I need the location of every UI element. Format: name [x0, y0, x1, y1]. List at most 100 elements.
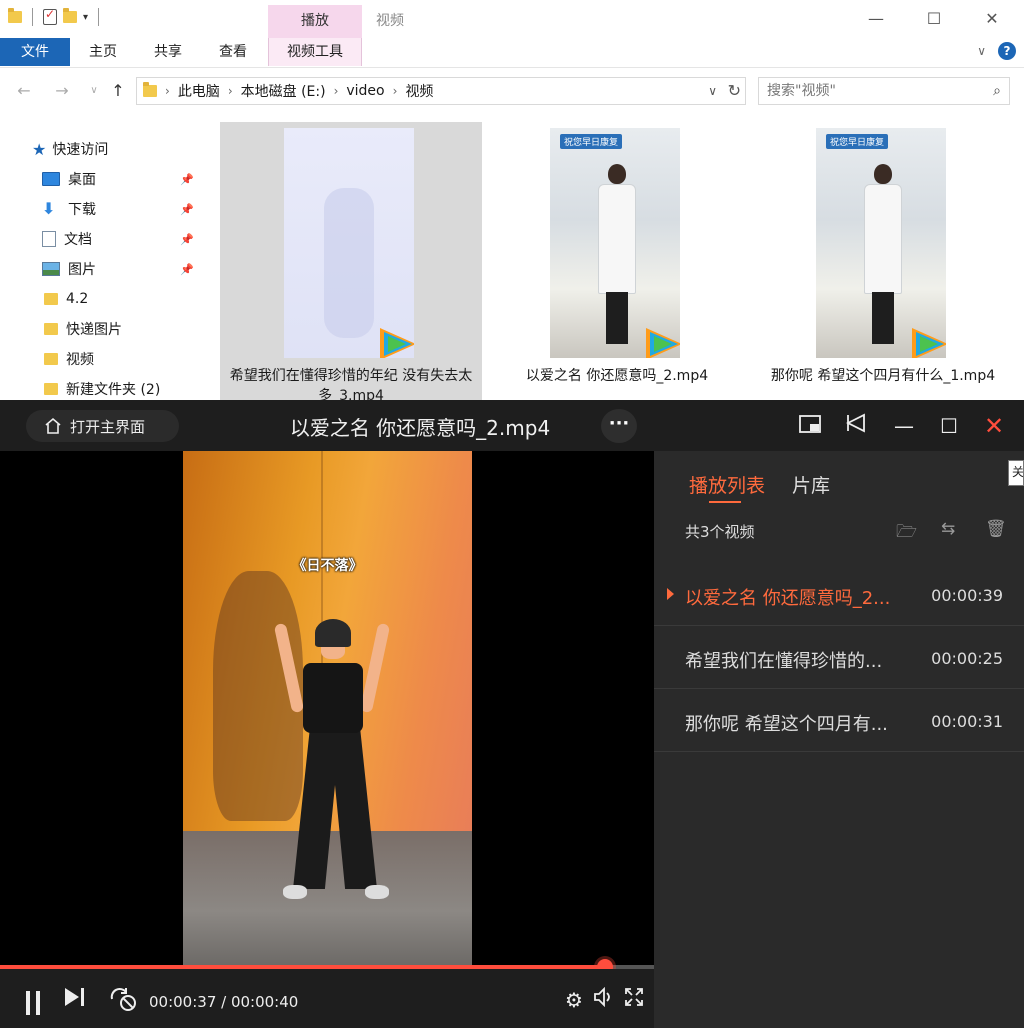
tencent-video-logo-icon — [912, 328, 946, 358]
open-folder-icon[interactable]: 🗁 — [896, 519, 917, 548]
pin-icon[interactable]: 📌 — [180, 173, 194, 186]
breadcrumb-this-pc[interactable]: 此电脑 — [178, 81, 220, 101]
expand-ribbon-icon[interactable]: ∨ — [977, 44, 986, 58]
search-input[interactable]: 搜索"视频" ⌕ — [758, 77, 1010, 105]
playlist-item-duration: 00:00:25 — [931, 649, 1003, 668]
address-row: ← → ∨ ↑ › 此电脑 › 本地磁盘 (E:) › video › 视频 ∨… — [0, 74, 1024, 108]
breadcrumb-videos[interactable]: 视频 — [405, 81, 433, 101]
expand-icon — [625, 988, 643, 1006]
file-name: 以爱之名 你还愿意吗_2.mp4 — [525, 368, 709, 384]
skip-next-icon — [65, 988, 84, 1006]
ribbon-tabs: 文件 主页 共享 查看 视频工具 ∨ ? — [0, 38, 1024, 68]
nav-item-quick-access[interactable]: ★ 快速访问 — [0, 134, 200, 164]
nav-item-label: 文档 — [64, 232, 92, 248]
navigation-pane: ★ 快速访问 桌面 📌 ⬇ 下载 📌 文档 📌 图片 📌 4.2 快递图片 视频… — [0, 130, 200, 402]
volume-button[interactable] — [592, 986, 616, 1014]
tab-library[interactable]: 片库 — [792, 471, 830, 498]
nav-item-documents[interactable]: 文档 📌 — [0, 224, 200, 254]
nav-item-folder-express-pics[interactable]: 快递图片 — [0, 314, 200, 344]
back-button[interactable]: ← — [12, 78, 36, 104]
file-list: 希望我们在懂得珍惜的年纪 没有失去太多_3.mp4 祝您早日康复 以爱之名 你还… — [216, 122, 1024, 404]
pin-on-top-button[interactable] — [840, 410, 872, 442]
customize-toolbar-icon[interactable]: ▾ — [83, 12, 88, 23]
tab-video-tools[interactable]: 视频工具 — [268, 38, 362, 66]
file-tile[interactable]: 祝您早日康复 那你呢 希望这个四月有什么_1.mp4 — [752, 122, 1014, 402]
nav-item-label: 下载 — [68, 202, 96, 218]
nav-item-folder-4-2[interactable]: 4.2 — [0, 284, 200, 314]
address-dropdown-icon[interactable]: ∨ — [708, 78, 717, 104]
tab-share[interactable]: 共享 — [143, 38, 193, 66]
playlist-item-title: 希望我们在懂得珍惜的... — [685, 651, 883, 672]
video-player-window: 打开主界面 以爱之名 你还愿意吗_2.mp4 ··· — ☐ ✕ 《日不落》 0… — [0, 400, 1024, 1028]
file-tile[interactable]: 祝您早日康复 以爱之名 你还愿意吗_2.mp4 — [486, 122, 748, 402]
mini-mode-button[interactable] — [794, 410, 826, 442]
more-options-button[interactable]: ··· — [601, 409, 637, 443]
picture-in-picture-icon — [799, 415, 821, 433]
open-home-button[interactable]: 打开主界面 — [26, 410, 179, 442]
refresh-icon[interactable]: ↻ — [728, 78, 741, 104]
file-tile[interactable]: 希望我们在懂得珍惜的年纪 没有失去太多_3.mp4 — [220, 122, 482, 404]
settings-button[interactable]: ⚙ — [562, 986, 586, 1014]
pin-icon[interactable]: 📌 — [180, 233, 194, 246]
loop-mode-button[interactable] — [108, 986, 138, 1014]
player-title: 以爱之名 你还愿意吗_2.mp4 — [289, 416, 551, 440]
nav-item-label: 视频 — [66, 352, 94, 368]
folder-icon — [8, 8, 22, 23]
forward-button[interactable]: → — [50, 78, 74, 104]
tab-playlist[interactable]: 播放列表 — [689, 471, 765, 498]
address-bar[interactable]: › 此电脑 › 本地磁盘 (E:) › video › 视频 ∨ ↻ — [136, 77, 746, 105]
nav-item-label: 新建文件夹 (2) — [66, 382, 161, 398]
recent-locations-icon[interactable]: ∨ — [82, 78, 106, 104]
dancer-figure — [273, 619, 391, 929]
file-explorer-window: ▾ 播放 视频 — ☐ ✕ 文件 主页 共享 查看 视频工具 ∨ ? ← → ∨… — [0, 0, 1024, 404]
search-placeholder: 搜索"视频" — [767, 83, 836, 99]
properties-icon[interactable] — [43, 7, 57, 25]
pin-icon[interactable]: 📌 — [180, 203, 194, 216]
player-close-button[interactable]: ✕ — [978, 410, 1010, 442]
sort-list-icon[interactable]: ⇆ — [941, 519, 955, 539]
video-thumbnail — [284, 128, 414, 358]
nav-item-pictures[interactable]: 图片 📌 — [0, 254, 200, 284]
close-button[interactable]: ✕ — [964, 5, 1020, 33]
pause-button[interactable] — [24, 991, 42, 1015]
nav-item-label: 4.2 — [66, 291, 89, 307]
folder-icon — [44, 353, 58, 365]
minimize-button[interactable]: — — [848, 5, 904, 33]
video-area[interactable]: 《日不落》 — [0, 451, 654, 965]
playlist-item[interactable]: 希望我们在懂得珍惜的... 00:00:25 — [654, 627, 1024, 689]
window-title: 视频 — [376, 13, 404, 29]
nav-item-folder-videos[interactable]: 视频 — [0, 344, 200, 374]
chevron-right-icon: › — [333, 84, 339, 98]
tab-home[interactable]: 主页 — [78, 38, 128, 66]
help-icon[interactable]: ? — [998, 42, 1016, 60]
chevron-right-icon: › — [392, 84, 398, 98]
tab-view[interactable]: 查看 — [208, 38, 258, 66]
pin-icon[interactable]: 📌 — [180, 263, 194, 276]
explorer-titlebar: ▾ 播放 视频 — ☐ ✕ — [0, 0, 1024, 38]
playlist-item[interactable]: 那你呢 希望这个四月有... 00:00:31 — [654, 690, 1024, 752]
playlist-item[interactable]: 以爱之名 你还愿意吗_2... 00:00:39 — [654, 564, 1024, 626]
up-button[interactable]: ↑ — [106, 78, 130, 104]
new-folder-icon[interactable] — [63, 8, 77, 23]
playback-controls: 00:00:37 / 00:00:40 ⚙ — [0, 969, 654, 1028]
nav-item-desktop[interactable]: 桌面 📌 — [0, 164, 200, 194]
loop-off-icon — [110, 988, 136, 1011]
doctor-figure — [864, 164, 902, 344]
doctor-figure — [598, 164, 636, 344]
thumbnail-banner: 祝您早日康复 — [826, 134, 889, 149]
breadcrumb-video[interactable]: video — [346, 83, 384, 99]
player-minimize-button[interactable]: — — [888, 410, 920, 442]
tab-file[interactable]: 文件 — [0, 38, 70, 66]
player-maximize-button[interactable]: ☐ — [933, 410, 965, 442]
next-button[interactable] — [62, 986, 88, 1014]
folder-icon — [44, 383, 58, 395]
video-thumbnail: 祝您早日康复 — [550, 128, 680, 358]
maximize-button[interactable]: ☐ — [906, 5, 962, 33]
breadcrumb-local-disk[interactable]: 本地磁盘 (E:) — [241, 81, 326, 101]
pictures-icon — [42, 262, 60, 276]
fullscreen-button[interactable] — [622, 986, 646, 1014]
close-tooltip: 关 — [1008, 460, 1024, 486]
context-tab-header: 播放 — [268, 5, 362, 38]
trash-icon[interactable]: 🗑 — [985, 519, 1007, 539]
nav-item-downloads[interactable]: ⬇ 下载 📌 — [0, 194, 200, 224]
